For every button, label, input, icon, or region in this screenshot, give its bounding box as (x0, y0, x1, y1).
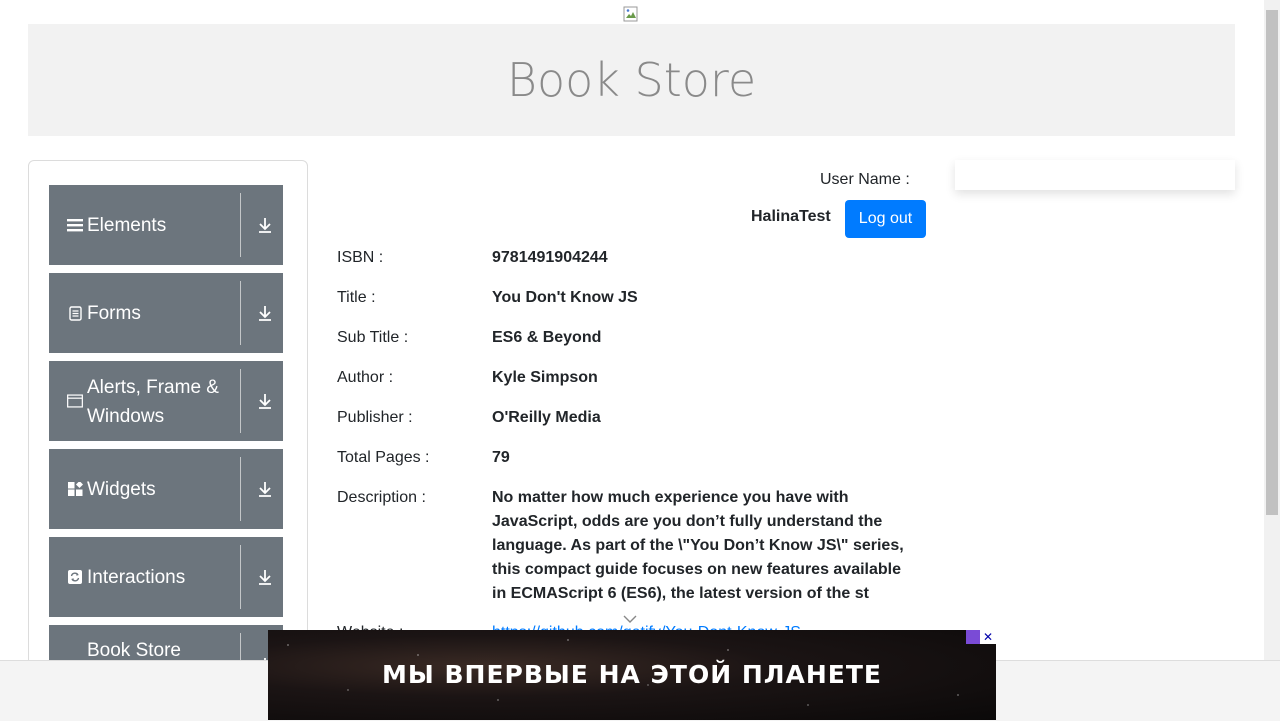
download-arrow-icon[interactable] (255, 215, 275, 235)
download-arrow-icon[interactable] (255, 303, 275, 323)
sidebar-group-elements[interactable]: Elements (49, 185, 283, 265)
right-panel (955, 160, 1235, 190)
sidebar-group-label: Elements (87, 214, 167, 236)
sidebar-group-label: Alerts, Frame & Windows (87, 377, 219, 427)
sidebar-group-label: Interactions (87, 566, 186, 588)
close-icon[interactable]: ✕ (980, 630, 996, 644)
sidebar-group-forms[interactable]: Forms (49, 273, 283, 353)
isbn-label: ISBN : (337, 249, 384, 266)
adchoices-icon[interactable] (966, 630, 980, 644)
sidebar-group-interactions[interactable]: Interactions (49, 537, 283, 617)
subtitle-label: Sub Title : (337, 329, 409, 346)
interactions-icon (67, 569, 83, 585)
author-value: Kyle Simpson (492, 369, 598, 386)
download-arrow-icon[interactable] (255, 479, 275, 499)
scrollbar-thumb[interactable] (1266, 10, 1278, 515)
sidebar-group-label: Forms (87, 302, 141, 324)
page-title: Book Store (506, 53, 757, 107)
description-label: Description : (337, 489, 426, 506)
download-arrow-icon[interactable] (255, 567, 275, 587)
ad-text: МЫ ВПЕРВЫЕ НА ЭТОЙ ПЛАНЕТЕ (381, 660, 883, 689)
sidebar-group-alerts[interactable]: Alerts, Frame & Windows (49, 361, 283, 441)
download-arrow-icon[interactable] (255, 391, 275, 411)
publisher-value: O'Reilly Media (492, 409, 601, 426)
pages-label: Total Pages : (337, 449, 430, 466)
sidebar: Elements Forms Alerts, Frame & Windows W… (28, 160, 308, 682)
sidebar-group-label: Widgets (87, 478, 156, 500)
form-icon (67, 305, 83, 321)
menu-icon (67, 217, 83, 233)
subtitle-value: ES6 & Beyond (492, 329, 602, 346)
title-label: Title : (337, 289, 376, 306)
logout-button[interactable]: Log out (845, 200, 926, 238)
isbn-value: 9781491904244 (492, 249, 608, 266)
user-name-label: User Name : (820, 171, 910, 188)
description-value: No matter how much experience you have w… (492, 489, 904, 602)
broken-image-icon (623, 6, 638, 22)
publisher-label: Publisher : (337, 409, 413, 426)
page-header: Book Store (28, 24, 1235, 136)
ad-banner[interactable]: МЫ ВПЕРВЫЕ НА ЭТОЙ ПЛАНЕТЕ ✕ (268, 630, 996, 720)
chevron-down-icon[interactable] (622, 614, 638, 624)
title-value: You Don't Know JS (492, 289, 638, 306)
user-name-value: HalinaTest (751, 208, 831, 225)
pages-value: 79 (492, 449, 510, 466)
widgets-icon (67, 481, 83, 497)
sidebar-group-widgets[interactable]: Widgets (49, 449, 283, 529)
author-label: Author : (337, 369, 394, 386)
window-icon (67, 393, 83, 409)
